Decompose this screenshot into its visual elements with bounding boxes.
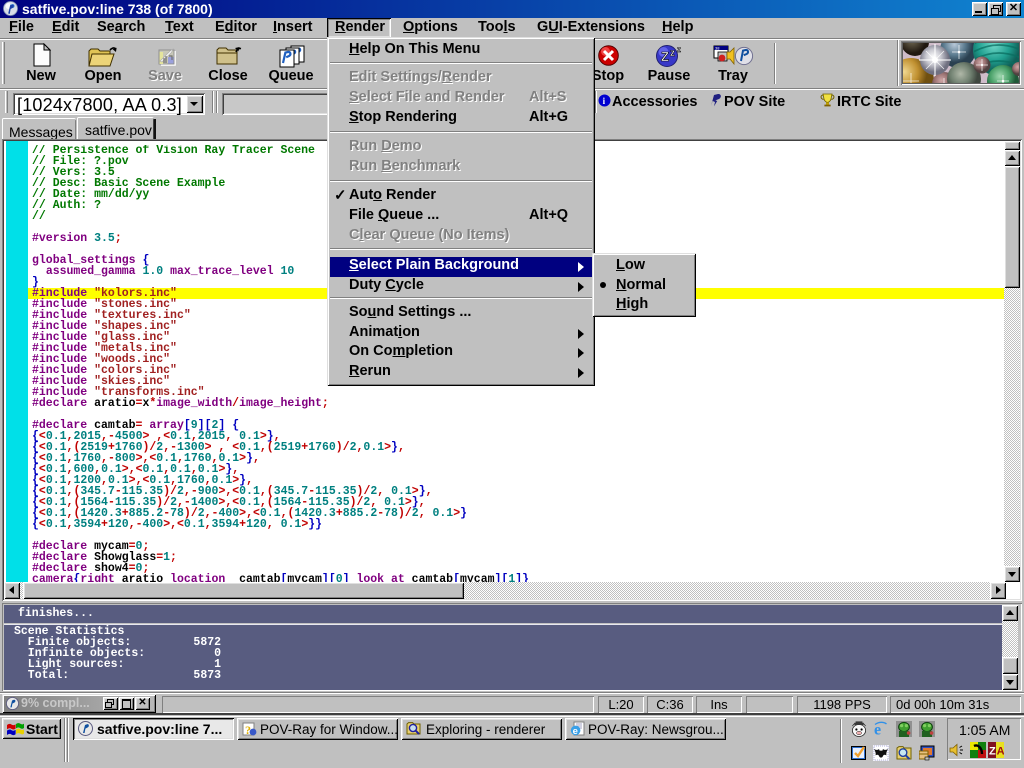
svg-text:A: A (997, 746, 1004, 758)
svg-text:z: z (677, 45, 681, 54)
svg-text:e: e (573, 726, 578, 736)
svg-text:z: z (670, 48, 675, 59)
svg-text:Z: Z (661, 49, 669, 64)
svg-text:Z: Z (989, 746, 996, 758)
svg-text:38: 38 (715, 46, 720, 51)
svg-text:?: ? (245, 723, 251, 736)
